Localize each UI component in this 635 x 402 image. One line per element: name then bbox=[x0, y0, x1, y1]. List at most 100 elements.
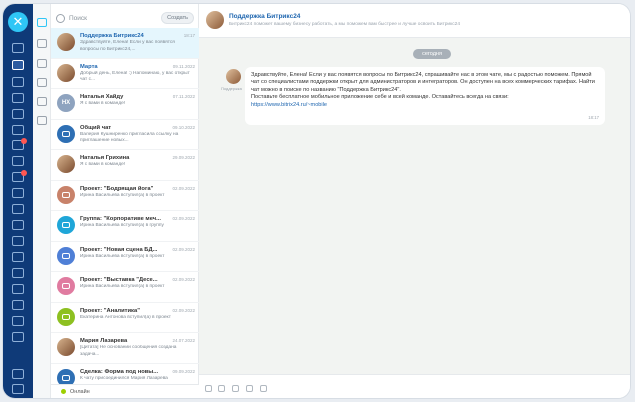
group-icon bbox=[62, 222, 70, 228]
close-icon[interactable]: ✕ bbox=[8, 12, 28, 32]
search-icon bbox=[56, 13, 65, 23]
avatar[interactable] bbox=[206, 11, 224, 29]
attach-icon[interactable] bbox=[205, 385, 212, 392]
chat-list-item[interactable]: Проект: "Бодрящая йога" 02.09.2022 Ирина В… bbox=[51, 181, 199, 211]
settings-icon[interactable] bbox=[12, 332, 24, 342]
message-feed: сегодня Поддержка Здравствуйте, Елена! Е… bbox=[199, 38, 630, 374]
chat-name: Наталья Хайду bbox=[80, 94, 124, 100]
chat-list-item[interactable]: Проект: "Новая сцена БД... 02.09.2022 Ирин… bbox=[51, 242, 199, 272]
profile-icon[interactable] bbox=[12, 384, 24, 394]
gear-icon[interactable] bbox=[37, 97, 47, 106]
chat-header: Поддержка Битрикс24 Битрикс24 поможет ва… bbox=[199, 4, 630, 38]
avatar bbox=[57, 216, 75, 234]
search-input[interactable]: Поиск bbox=[69, 15, 161, 22]
chat-list-item[interactable]: Проект: "Аналитика" 02.09.2022 Екатерина А… bbox=[51, 303, 199, 333]
market-icon[interactable] bbox=[12, 300, 24, 310]
message-bubble: Здравствуйте, Елена! Если у вас появятся… bbox=[245, 67, 605, 125]
avatar[interactable] bbox=[226, 69, 241, 84]
drive-icon[interactable] bbox=[12, 109, 24, 119]
emoji-icon[interactable] bbox=[246, 385, 253, 392]
message-text-line2: Поставьте бесплатное мобильное приложени… bbox=[251, 94, 509, 101]
users-icon[interactable] bbox=[12, 156, 24, 166]
avatar bbox=[57, 155, 75, 173]
chat-list-item[interactable]: Группа: "Корпоративе меч... 02.09.2022 Ири… bbox=[51, 211, 199, 242]
chat-list-item[interactable]: Проект: "Выставка "Десе... 02.09.2022 Ирин… bbox=[51, 272, 199, 303]
chat-list-item[interactable]: НХ Наталья Хайду 07.11.2022 Я с вами в кома… bbox=[51, 89, 199, 120]
message-link[interactable]: https://www.bitrix24.ru/~mobile bbox=[251, 102, 599, 109]
chat-name: Марта bbox=[80, 63, 98, 70]
chat-name: Проект: "Аналитика" bbox=[80, 307, 140, 314]
chat-date: 24.07.2022 bbox=[172, 338, 195, 343]
status-bar[interactable]: Онлайн bbox=[51, 384, 199, 398]
chats-section-icon[interactable] bbox=[37, 18, 47, 27]
chat-name: Сделка: Форма под новы... bbox=[80, 368, 159, 375]
contact-center-icon[interactable] bbox=[12, 252, 24, 262]
chat-date: 09.09.2022 bbox=[172, 368, 195, 374]
group-icon bbox=[62, 252, 70, 259]
chat-area: Поддержка Битрикс24 Битрикс24 поможет ва… bbox=[199, 4, 630, 398]
chat-preview: Ирина Васильева вступил(а) в проект bbox=[80, 253, 165, 259]
chat-preview: Екатерина Антонова вступил(а) в проект bbox=[80, 314, 171, 320]
chat-name: Группа: "Корпоративе меч... bbox=[80, 216, 161, 222]
help-icon[interactable] bbox=[12, 369, 24, 379]
shop-icon[interactable] bbox=[12, 236, 24, 246]
chat-icon[interactable] bbox=[12, 60, 24, 70]
chat-name: Мария Лазарева bbox=[80, 338, 128, 344]
chat-preview: Здравствуйте, Елена! Если у вас появятся… bbox=[80, 40, 175, 52]
chat-preview: Валерия Кушниренко пригласила ссылку на … bbox=[80, 131, 179, 144]
sites-icon[interactable] bbox=[12, 284, 24, 294]
chat-name: Проект: "Новая сцена БД... bbox=[80, 246, 158, 253]
group-icon bbox=[62, 313, 70, 320]
developer-icon[interactable] bbox=[12, 316, 24, 326]
calendar-icon[interactable] bbox=[12, 77, 24, 87]
create-button[interactable]: Создать bbox=[161, 12, 194, 24]
bell-icon[interactable] bbox=[37, 59, 47, 68]
phone-icon[interactable] bbox=[37, 78, 47, 87]
chat-list-item[interactable]: Наталья Грихина 29.09.2022 Я с вами в кома… bbox=[51, 150, 199, 181]
date-divider: сегодня bbox=[413, 49, 451, 59]
chat-bubble-icon bbox=[62, 130, 70, 137]
chat-list-item[interactable]: Мария Лазарева 24.07.2022 [Цитата] Не осно… bbox=[51, 333, 199, 364]
notifications-section-icon[interactable] bbox=[37, 39, 47, 48]
chat-preview: Я с вами в команде! bbox=[80, 101, 126, 106]
message-text: Здравствуйте, Елена! Если у вас появятся… bbox=[251, 72, 595, 93]
message-input-area[interactable] bbox=[199, 374, 630, 398]
tasks-icon[interactable] bbox=[12, 93, 24, 103]
automation-icon[interactable] bbox=[12, 220, 24, 230]
search-bar[interactable]: Поиск Создать bbox=[56, 11, 194, 25]
chat-list-panel: Поиск Создать Поддержка Битрикс24 18:17 Зд… bbox=[51, 4, 199, 398]
avatar bbox=[57, 33, 75, 51]
avatar: НХ bbox=[57, 94, 75, 112]
chat-date: 02.09.2022 bbox=[172, 246, 195, 252]
reports-icon[interactable] bbox=[12, 188, 24, 198]
calendar-tool-icon[interactable] bbox=[232, 385, 239, 392]
notification-badge bbox=[21, 138, 27, 144]
status-label: Онлайн bbox=[70, 388, 90, 395]
chat-preview: Ирина Васильева вступил(а) в проект bbox=[80, 192, 165, 198]
mail-icon[interactable] bbox=[12, 125, 24, 135]
text-format-icon[interactable] bbox=[218, 385, 225, 392]
avatar bbox=[57, 277, 75, 295]
chat-preview: Я с вами в команде! bbox=[80, 162, 126, 167]
chat-list-item[interactable]: Марта 09.11.2022 Добрый день, Елена! :) На… bbox=[51, 59, 199, 89]
group-icon bbox=[62, 191, 70, 198]
chat-name: Проект: "Бодрящая йога" bbox=[80, 185, 154, 192]
email-icon[interactable] bbox=[12, 268, 24, 278]
clock-icon[interactable] bbox=[12, 204, 24, 214]
chat-date: 02.09.2022 bbox=[172, 216, 195, 221]
chat-name: Поддержка Битрикс24 bbox=[80, 33, 144, 39]
chat-title[interactable]: Поддержка Битрикс24 bbox=[229, 13, 300, 20]
chat-list-item[interactable]: Поддержка Битрикс24 18:17 Здравствуйте, Ел… bbox=[51, 28, 199, 59]
market-section-icon[interactable] bbox=[37, 116, 47, 125]
chat-date: 02.09.2022 bbox=[172, 307, 195, 313]
notification-badge bbox=[21, 170, 27, 176]
video-icon[interactable] bbox=[260, 385, 267, 392]
messenger-window: ✕ Поиск Создать Поддержка Битрикс24 18:1… bbox=[3, 4, 630, 398]
avatar bbox=[57, 246, 75, 265]
arrow-right-icon[interactable] bbox=[12, 43, 24, 53]
chat-list-item[interactable]: Общий чат 09.10.2022 Валерия Кушниренко пр… bbox=[51, 120, 199, 150]
avatar bbox=[57, 124, 75, 143]
chat-preview: Ирина Васильева вступил(а) в группу bbox=[80, 223, 164, 228]
chat-date: 07.11.2022 bbox=[172, 94, 195, 99]
chat-date: 02.09.2022 bbox=[172, 185, 195, 191]
